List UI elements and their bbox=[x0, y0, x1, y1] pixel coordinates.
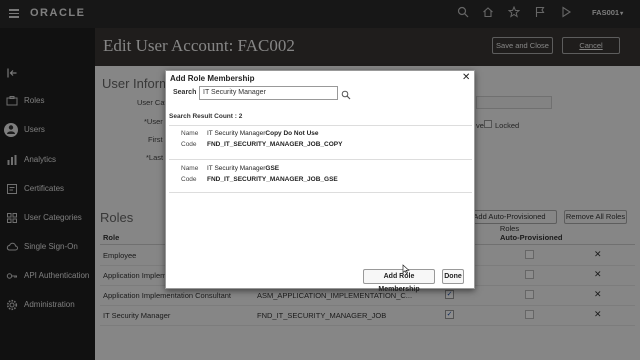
mouse-cursor-icon bbox=[402, 261, 410, 274]
code-label: Code bbox=[181, 141, 197, 148]
done-button[interactable]: Done bbox=[442, 269, 464, 284]
result-name: IT Security ManagerGSE bbox=[207, 165, 279, 172]
search-result-item[interactable]: Name IT Security ManagerGSE Code FND_IT_… bbox=[169, 159, 472, 193]
result-name: IT Security ManagerCopy Do Not Use bbox=[207, 130, 319, 137]
close-icon[interactable]: ✕ bbox=[462, 72, 470, 83]
result-name-prefix: IT Security Manager bbox=[207, 130, 266, 137]
add-role-membership-button[interactable]: Add Role Membership bbox=[363, 269, 435, 293]
result-code: FND_IT_SECURITY_MANAGER_JOB_COPY bbox=[207, 141, 343, 148]
search-icon[interactable] bbox=[341, 87, 351, 100]
result-name-suffix: Copy Do Not Use bbox=[265, 130, 319, 137]
result-code: FND_IT_SECURITY_MANAGER_JOB_GSE bbox=[207, 176, 338, 183]
code-label: Code bbox=[181, 176, 197, 183]
search-result-item[interactable]: Name IT Security ManagerCopy Do Not Use … bbox=[169, 125, 472, 159]
name-label: Name bbox=[181, 165, 199, 172]
search-input[interactable]: IT Security Manager bbox=[199, 86, 338, 100]
result-name-suffix: GSE bbox=[265, 165, 280, 172]
name-label: Name bbox=[181, 130, 199, 137]
search-label: Search bbox=[173, 89, 197, 96]
dialog-title: Add Role Membership bbox=[170, 74, 255, 83]
result-name-prefix: IT Security Manager bbox=[207, 165, 266, 172]
add-role-membership-dialog: Add Role Membership ✕ Search IT Security… bbox=[165, 70, 475, 293]
search-result-count: Search Result Count : 2 bbox=[169, 113, 243, 120]
